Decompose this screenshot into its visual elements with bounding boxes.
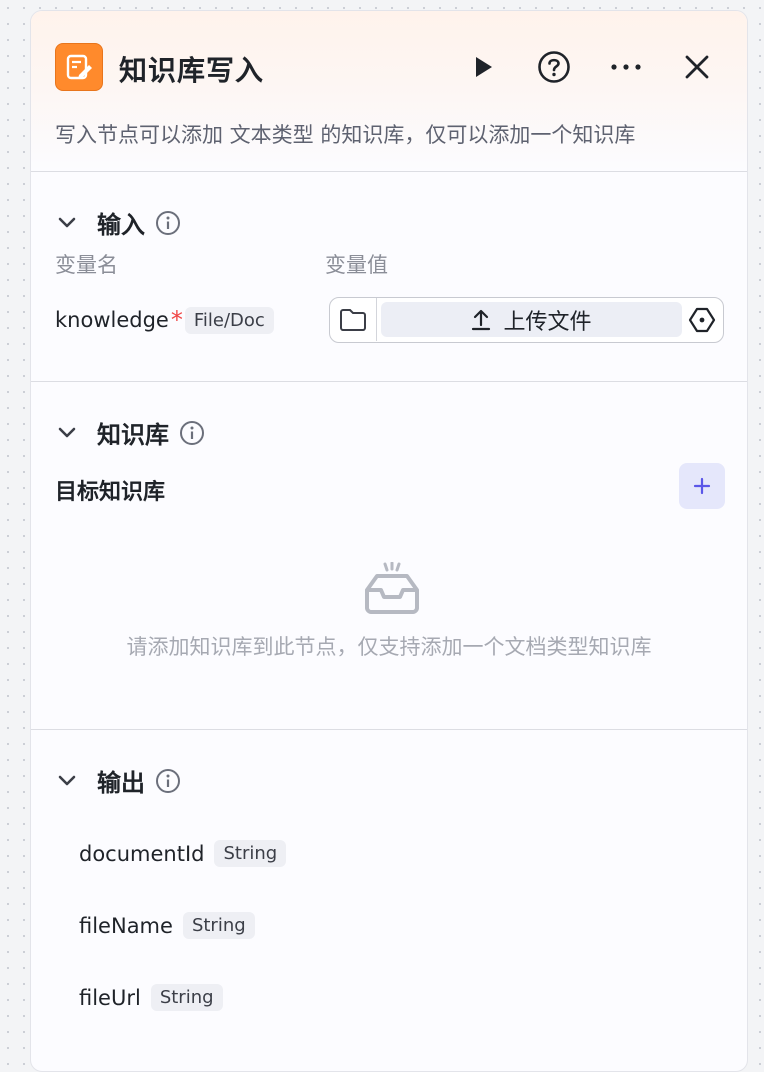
info-icon[interactable] [155, 768, 181, 794]
more-button[interactable] [608, 49, 644, 85]
input-var-row: knowledge * File/Doc [55, 306, 274, 334]
output-name: documentId [79, 841, 205, 866]
variable-icon [688, 307, 716, 332]
input-section: 输入 变量名 变量值 knowledge * File/Doc 上传文件 [31, 172, 747, 382]
output-item: fileName String [79, 912, 255, 939]
node-config-panel: 知识库写入 写入节点可以添加 文本类型 的知识库，仅可以添加一个知识库 输入 变… [30, 10, 748, 1072]
knowledge-write-icon [55, 43, 103, 91]
upload-file-label: 上传文件 [503, 309, 592, 335]
knowledge-section-title: 知识库 [97, 421, 169, 449]
panel-header: 知识库写入 写入节点可以添加 文本类型 的知识库，仅可以添加一个知识库 [31, 11, 747, 172]
knowledge-section: 知识库 目标知识库 请添加知识库到此节点，仅支持添加一个文档类型知识库 [31, 382, 747, 730]
output-section: 输出 documentId String fileName String fil… [31, 730, 747, 1070]
more-icon [611, 64, 641, 70]
plus-icon [693, 477, 711, 495]
upload-file-button[interactable]: 上传文件 [381, 302, 682, 337]
info-icon[interactable] [155, 210, 181, 236]
column-var-name: 变量名 [55, 253, 118, 277]
column-var-value: 变量值 [325, 253, 388, 277]
output-item: fileUrl String [79, 984, 223, 1011]
output-type-badge: String [150, 984, 223, 1011]
output-section-header[interactable]: 输出 [55, 763, 181, 798]
output-name: fileName [79, 913, 173, 938]
help-icon [538, 51, 570, 83]
output-name: fileUrl [79, 985, 141, 1010]
play-icon [476, 57, 492, 77]
folder-button[interactable] [330, 298, 377, 341]
output-section-title: 输出 [97, 769, 145, 797]
node-title: 知识库写入 [119, 54, 265, 87]
empty-inbox-icon [363, 561, 421, 614]
required-mark: * [170, 306, 183, 334]
input-section-title: 输入 [97, 211, 145, 239]
variable-picker-button[interactable] [685, 302, 719, 337]
target-knowledge-label: 目标知识库 [55, 480, 166, 505]
input-section-header[interactable]: 输入 [55, 205, 181, 240]
node-description: 写入节点可以添加 文本类型 的知识库，仅可以添加一个知识库 [55, 123, 636, 147]
output-item: documentId String [79, 840, 287, 867]
add-knowledge-button[interactable] [679, 463, 725, 509]
run-button[interactable] [465, 49, 501, 85]
knowledge-section-header[interactable]: 知识库 [55, 415, 205, 450]
chevron-down-icon[interactable] [55, 211, 79, 235]
upload-icon [472, 309, 491, 330]
close-icon [685, 55, 709, 79]
chevron-down-icon[interactable] [55, 769, 79, 793]
chevron-down-icon[interactable] [55, 421, 79, 445]
folder-icon [340, 308, 366, 331]
output-type-badge: String [214, 840, 287, 867]
help-button[interactable] [536, 49, 572, 85]
close-button[interactable] [679, 49, 715, 85]
empty-state-text: 请添加知识库到此节点，仅支持添加一个文档类型知识库 [126, 635, 652, 659]
var-name: knowledge [55, 308, 169, 332]
file-value-input: 上传文件 [329, 297, 724, 343]
info-icon[interactable] [179, 420, 205, 446]
output-type-badge: String [182, 912, 255, 939]
var-type-badge: File/Doc [184, 306, 274, 334]
